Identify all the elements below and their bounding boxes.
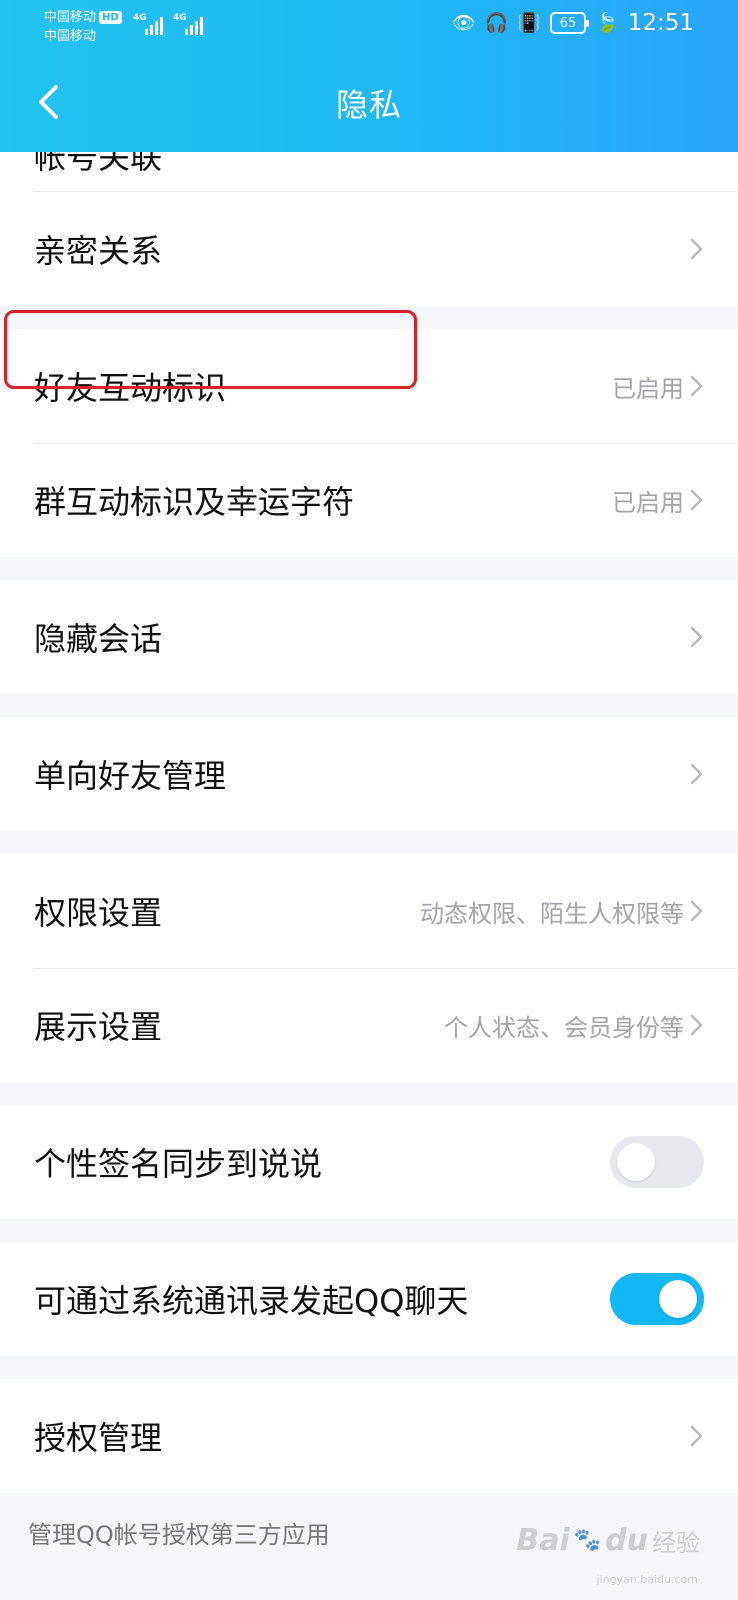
row-hidden-chats[interactable]: 隐藏会话 — [0, 580, 738, 694]
carrier-2: 中国移动 — [44, 29, 97, 44]
row-intimate-relationship[interactable]: 亲密关系 — [0, 192, 738, 306]
row-authorization-management[interactable]: 授权管理 — [0, 1379, 738, 1493]
group-authorization: 授权管理 — [0, 1379, 738, 1493]
carrier-1: 中国移动 — [44, 10, 97, 25]
toggle-knob — [617, 1143, 655, 1181]
row-label: 权限设置 — [34, 894, 163, 932]
eye-icon: 👁 — [451, 12, 476, 34]
toggle-knob — [659, 1280, 697, 1318]
chevron-right-icon — [690, 900, 703, 922]
row-label: 可通过系统通讯录发起QQ聊天 — [34, 1282, 469, 1320]
network-type-2: 4G — [173, 13, 187, 23]
row-display-settings[interactable]: 展示设置 个人状态、会员身份等 — [0, 968, 738, 1082]
leaf-icon: 🍃 — [595, 12, 619, 34]
watermark-suffix: 经验 — [652, 1529, 700, 1557]
battery-icon: 65 — [550, 12, 590, 34]
top-header: 中国移动 HD 中国移动 4G 4G 👁 🎧 📳 65 🍃 12:51 隐私 — [0, 0, 738, 152]
row-label: 隐藏会话 — [34, 620, 163, 658]
group-signature-sync: 个性签名同步到说说 — [0, 1105, 738, 1219]
clock: 12:51 — [627, 10, 694, 36]
group-settings: 权限设置 动态权限、陌生人权限等 展示设置 个人状态、会员身份等 — [0, 854, 738, 1082]
chevron-right-icon — [690, 489, 703, 511]
group-one-way-friends: 单向好友管理 — [0, 717, 738, 831]
row-group-interaction-marks[interactable]: 群互动标识及幸运字符 已启用 — [0, 443, 738, 557]
row-one-way-friends[interactable]: 单向好友管理 — [0, 717, 738, 831]
chevron-right-icon — [690, 375, 703, 397]
page-title: 隐私 — [335, 86, 402, 124]
row-value: 已启用 — [612, 488, 684, 517]
chevron-right-icon — [690, 763, 703, 785]
chevron-right-icon — [690, 626, 703, 648]
network-type-1: 4G — [133, 13, 147, 23]
watermark-url: jingyan.baidu.com — [596, 1573, 698, 1586]
signal-icon: 4G — [133, 13, 163, 35]
row-value: 动态权限、陌生人权限等 — [420, 899, 684, 928]
status-icons: 👁 🎧 📳 65 🍃 12:51 — [452, 10, 694, 36]
watermark-brand: Bai — [516, 1523, 570, 1558]
chevron-right-icon — [690, 1425, 703, 1447]
group-intimate: 亲密关系 — [0, 192, 738, 306]
row-label: 展示设置 — [34, 1008, 163, 1046]
chevron-right-icon — [690, 1014, 703, 1036]
group-contacts-chat: 可通过系统通讯录发起QQ聊天 — [0, 1242, 738, 1356]
battery-level: 65 — [559, 15, 577, 31]
row-label: 群互动标识及幸运字符 — [34, 483, 355, 521]
row-permission-settings[interactable]: 权限设置 动态权限、陌生人权限等 — [0, 854, 738, 968]
headphones-icon: 🎧 — [484, 12, 509, 34]
vibrate-icon: 📳 — [517, 12, 542, 34]
row-label: 个性签名同步到说说 — [34, 1145, 323, 1183]
row-signature-sync: 个性签名同步到说说 — [0, 1105, 738, 1219]
signal-indicators: 4G 4G — [133, 13, 203, 35]
chevron-right-icon — [690, 238, 703, 260]
row-label: 单向好友管理 — [34, 757, 227, 795]
row-label: 亲密关系 — [34, 232, 163, 270]
contacts-chat-toggle[interactable] — [610, 1273, 704, 1325]
signature-sync-toggle[interactable] — [610, 1136, 704, 1188]
group-hidden-chats: 隐藏会话 — [0, 580, 738, 694]
partial-row-label: 帐号关联 — [34, 152, 163, 176]
red-highlight-box — [4, 310, 417, 389]
watermark-brand-2: du — [605, 1523, 648, 1558]
baidu-watermark: Bai 🐾 du 经验 — [516, 1523, 700, 1558]
partial-row[interactable]: 帐号关联 — [0, 152, 738, 192]
row-label: 授权管理 — [34, 1419, 163, 1457]
row-contacts-chat: 可通过系统通讯录发起QQ聊天 — [0, 1242, 738, 1356]
row-value: 已启用 — [612, 374, 684, 403]
row-value: 个人状态、会员身份等 — [444, 1013, 684, 1042]
carrier-info: 中国移动 HD 中国移动 — [44, 8, 122, 46]
signal-icon: 4G — [173, 13, 203, 35]
hd-badge: HD — [99, 11, 122, 24]
paw-icon: 🐾 — [573, 1528, 602, 1553]
